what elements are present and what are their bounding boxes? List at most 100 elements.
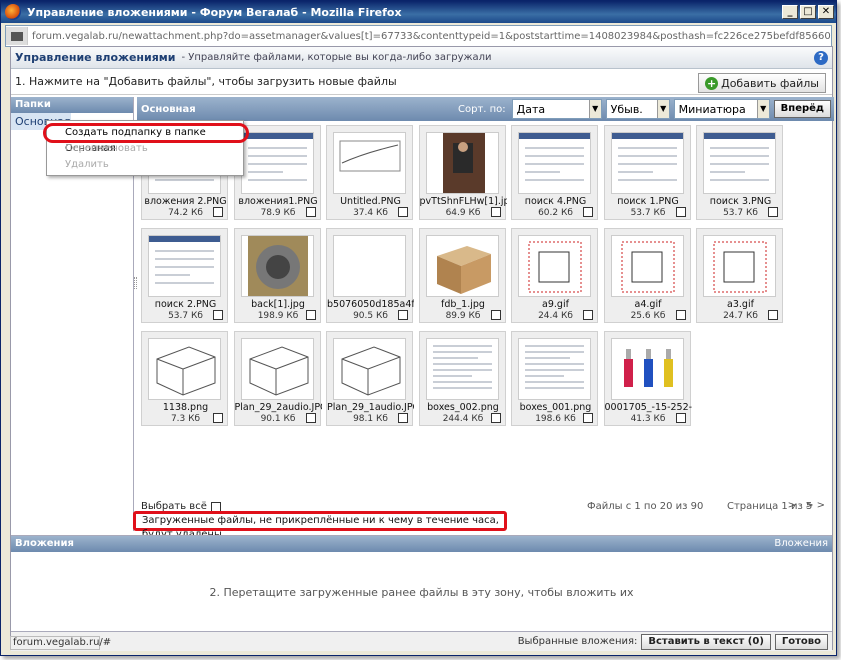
attachments-title-right: Вложения	[774, 538, 828, 549]
file-preview[interactable]	[518, 235, 591, 297]
file-checkbox[interactable]	[398, 413, 408, 423]
file-checkbox[interactable]	[398, 310, 408, 320]
pagination-nav: > >>	[788, 500, 828, 511]
file-preview[interactable]	[610, 338, 684, 400]
file-preview[interactable]	[610, 132, 684, 194]
order-select[interactable]: Убыв. ▼	[605, 99, 670, 119]
sort-label: Сорт. по:	[458, 103, 506, 115]
file-thumbnail[interactable]: b5076050d185a4fd1e690.5 Кб	[326, 228, 414, 323]
attachments-panel: Вложения Вложения 2. Перетащите загруженн…	[11, 535, 832, 633]
folder-context-menu: Создать подпапку в папке Основная Переим…	[43, 120, 249, 176]
add-files-button[interactable]: + Добавить файлы	[698, 73, 826, 93]
file-preview[interactable]	[703, 235, 776, 297]
file-checkbox[interactable]	[490, 207, 501, 217]
url-text[interactable]: forum.vegalab.ru/newattachment.php?do=as…	[32, 31, 831, 42]
file-thumbnail[interactable]: a9.gif 24.4 Кб	[511, 228, 598, 323]
file-checkbox[interactable]	[768, 310, 778, 320]
file-checkbox[interactable]	[398, 207, 408, 217]
file-checkbox[interactable]	[305, 310, 316, 320]
file-checkbox[interactable]	[583, 413, 593, 423]
file-thumbnail[interactable]: поиск 2.PNG 53.7 Кб	[141, 228, 228, 323]
file-preview[interactable]	[425, 338, 499, 400]
file-thumbnail[interactable]: fdb_1.jpg 89.9 Кб	[418, 228, 506, 323]
files-toolbar: Основная Сорт. по: Дата ▼ Убыв. ▼ Миниатюр…	[137, 97, 834, 121]
file-thumbnail[interactable]: a4.gif 25.6 Кб	[603, 228, 691, 323]
attachments-bar: Вложения Вложения	[11, 536, 832, 552]
file-preview[interactable]	[148, 235, 221, 297]
file-checkbox[interactable]	[213, 207, 223, 217]
folder-title: Основная	[141, 103, 196, 115]
file-checkbox[interactable]	[675, 310, 686, 320]
folders-title: Папки	[11, 97, 133, 113]
file-preview[interactable]	[425, 235, 499, 297]
file-checkbox[interactable]	[213, 413, 223, 423]
file-preview[interactable]	[703, 132, 776, 194]
file-name: 0001705_-15-252-100-	[604, 402, 692, 413]
file-preview[interactable]	[518, 338, 591, 400]
title-bar: Управление вложениями - Форум Вегалаб - …	[1, 1, 836, 23]
sort-select[interactable]: Дата ▼	[511, 99, 602, 119]
file-checkbox[interactable]	[490, 413, 501, 423]
file-preview[interactable]	[518, 132, 591, 194]
file-preview[interactable]	[148, 338, 221, 400]
file-preview[interactable]	[240, 235, 314, 297]
file-preview[interactable]	[610, 235, 684, 297]
file-checkbox[interactable]	[213, 310, 223, 320]
go-button[interactable]: Вперёд	[773, 100, 831, 118]
file-preview[interactable]	[333, 235, 406, 297]
file-preview[interactable]	[333, 132, 406, 194]
file-name: a3.gif	[727, 299, 754, 310]
file-name: поиск 2.PNG	[154, 299, 217, 310]
view-select[interactable]: Миниатюра ▼	[673, 99, 770, 119]
chevron-down-icon: ▼	[588, 100, 601, 118]
url-bar[interactable]: forum.vegalab.ru/newattachment.php?do=as…	[5, 25, 832, 47]
file-thumbnail[interactable]: back[1].jpg 198.9 Кб	[233, 228, 321, 323]
done-button[interactable]: Готово	[774, 633, 828, 650]
file-thumbnail[interactable]: Plan_29_2audio.JPG 90.1 Кб	[233, 331, 322, 426]
drop-zone[interactable]: 2. Перетащите загруженные ранее файлы в …	[11, 586, 832, 599]
file-checkbox[interactable]	[583, 207, 593, 217]
last-page-link[interactable]: >>	[805, 500, 828, 511]
maximize-icon[interactable]: □	[800, 5, 816, 19]
file-checkbox[interactable]	[305, 207, 316, 217]
file-thumbnail[interactable]: 1138.png 7.3 Кб	[141, 331, 228, 426]
delete-item[interactable]: Удалить	[47, 157, 243, 173]
select-all-checkbox[interactable]	[210, 501, 221, 512]
file-thumbnail[interactable]: поиск 1.PNG 53.7 Кб	[603, 125, 691, 220]
file-thumbnail[interactable]: 0001705_-15-252-100-41.3 Кб	[603, 331, 692, 426]
file-checkbox[interactable]	[675, 207, 686, 217]
file-name: 1138.png	[162, 402, 209, 413]
insert-inline-button[interactable]: Вставить в текст (0)	[641, 633, 771, 650]
file-thumbnail[interactable]: boxes_001.png 198.6 Кб	[511, 331, 598, 426]
deletion-notice: Загруженные файлы, не прикреплённые ни к…	[133, 511, 507, 540]
plus-icon: +	[705, 76, 719, 90]
file-name: вложения1.PNG	[238, 196, 318, 207]
file-checkbox[interactable]	[675, 413, 686, 423]
file-thumbnail[interactable]: поиск 3.PNG 53.7 Кб	[696, 125, 783, 220]
chevron-down-icon: ▼	[656, 100, 669, 118]
sort-value: Дата	[516, 102, 546, 116]
file-thumbnail[interactable]: pvTtShnFLHw[1].jpg 64.9 Кб	[418, 125, 507, 220]
file-preview[interactable]	[333, 338, 406, 400]
file-thumbnail[interactable]: a3.gif 24.7 Кб	[696, 228, 783, 323]
next-page-link[interactable]: >	[788, 500, 799, 511]
file-preview[interactable]	[240, 132, 314, 194]
add-files-label: Добавить файлы	[721, 76, 819, 90]
file-checkbox[interactable]	[490, 310, 501, 320]
file-checkbox[interactable]	[768, 207, 778, 217]
file-preview[interactable]	[240, 338, 314, 400]
file-name: a4.gif	[634, 299, 662, 310]
file-thumbnail[interactable]: поиск 4.PNG 60.2 Кб	[511, 125, 598, 220]
minimize-icon[interactable]: _	[782, 5, 798, 19]
file-preview[interactable]	[425, 132, 499, 194]
file-checkbox[interactable]	[583, 310, 593, 320]
rename-item[interactable]: Переименовать	[47, 141, 243, 157]
file-thumbnail[interactable]: boxes_002.png 244.4 Кб	[418, 331, 506, 426]
manager-header: Управление вложениями - Управляйте файла…	[11, 47, 832, 69]
help-icon[interactable]: ?	[814, 51, 828, 65]
file-thumbnail[interactable]: Plan_29_1audio.JPG 98.1 Кб	[326, 331, 414, 426]
view-value: Миниатюра	[678, 102, 746, 116]
file-checkbox[interactable]	[305, 413, 316, 423]
file-thumbnail[interactable]: Untitled.PNG 37.4 Кб	[326, 125, 413, 220]
close-icon[interactable]: ✕	[818, 5, 834, 19]
